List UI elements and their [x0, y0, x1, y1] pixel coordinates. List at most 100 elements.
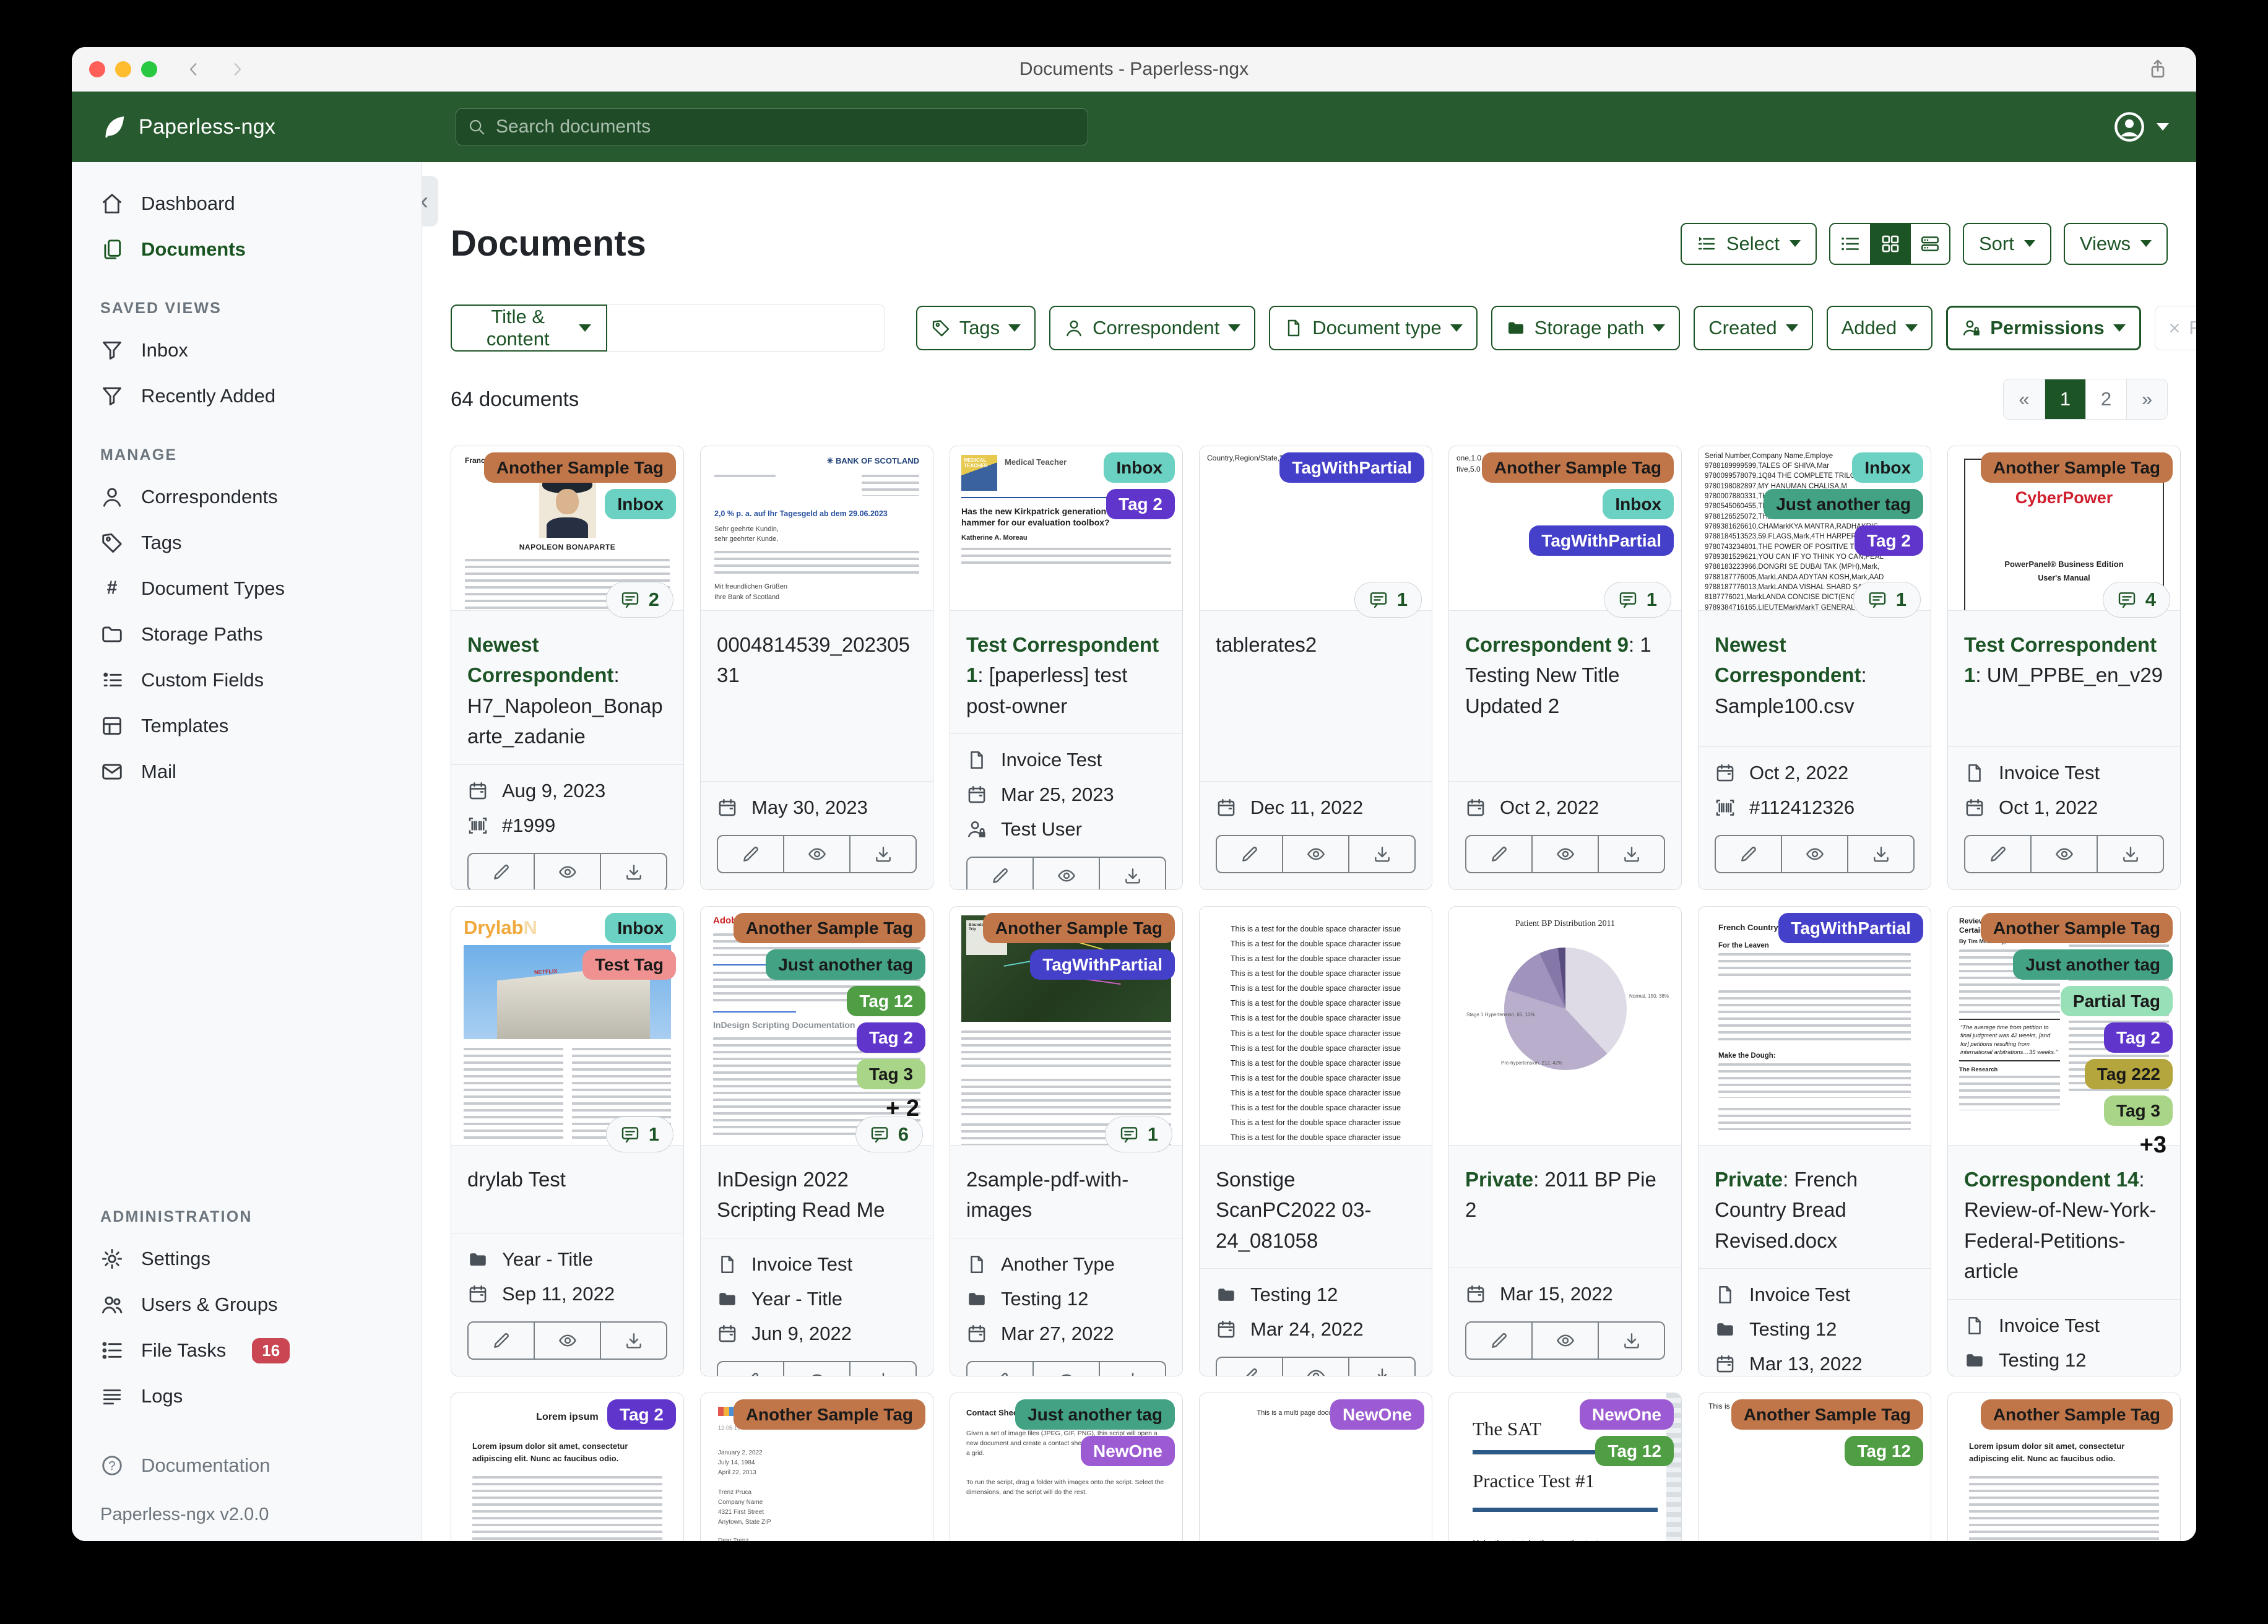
tag-badge[interactable]: Tag 3 — [2103, 1095, 2173, 1126]
user-menu[interactable] — [2112, 110, 2169, 144]
tag-badge[interactable]: Another Sample Tag — [1731, 1399, 1923, 1430]
sidebar-collapse-button[interactable]: « — [422, 176, 438, 227]
minimize-window-button[interactable] — [115, 61, 131, 77]
tag-badge[interactable]: Another Sample Tag — [1980, 1399, 2173, 1430]
tag-badge[interactable]: Tag 2 — [607, 1399, 676, 1430]
share-icon[interactable] — [2147, 58, 2169, 80]
tag-badge[interactable]: Tag 3 — [856, 1058, 925, 1089]
document-title[interactable]: InDesign 2022 Scripting Read Me — [701, 1146, 933, 1238]
document-correspondent[interactable]: Correspondent 14 — [1964, 1168, 2139, 1191]
comments-badge[interactable]: 2 — [605, 581, 673, 618]
tag-badge[interactable]: Inbox — [605, 488, 676, 519]
document-card[interactable]: The SATPractice Test #1Make time to take… — [1448, 1392, 1682, 1541]
preview-button[interactable] — [784, 834, 850, 873]
tag-badge[interactable]: Tag 2 — [1106, 488, 1175, 519]
preview-button[interactable] — [1034, 1360, 1100, 1376]
document-thumbnail[interactable]: Patient BP Distribution 2011 Normal, 150,… — [1449, 906, 1681, 1145]
document-card[interactable]: Francja pod rzNAPOLEON BONAPARTEDojście … — [451, 445, 684, 890]
sidebar-item-storage-paths[interactable]: Storage Paths — [72, 611, 422, 657]
filter-tags[interactable]: Tags — [915, 305, 1036, 350]
document-card[interactable]: ✳ BANK OF SCOTLAND 2,0 % p. a. auf Ihr Ta… — [700, 445, 933, 890]
tag-badge[interactable]: Tag 222 — [2084, 1058, 2173, 1089]
preview-button[interactable] — [1283, 1357, 1349, 1376]
filter-correspondent[interactable]: Correspondent — [1049, 305, 1256, 350]
document-correspondent[interactable]: Test Correspondent 1 — [1964, 633, 2157, 687]
tag-badge[interactable]: TagWithPartial — [1529, 525, 1674, 556]
download-button[interactable] — [601, 852, 667, 889]
document-thumbnail[interactable]: Test Name12-05-199January 2, 2022July 14… — [701, 1393, 933, 1541]
preview-button[interactable] — [1533, 1321, 1599, 1360]
document-thumbnail[interactable]: Review of of Arbitral Awards Certainty o… — [1948, 906, 2180, 1158]
document-title[interactable]: Correspondent 14: Review-of-New-York-Fed… — [1948, 1146, 2180, 1299]
document-thumbnail[interactable]: Boundary Waters TripAnother Sample TagTa… — [950, 906, 1182, 1152]
brand[interactable]: Paperless-ngx — [99, 113, 275, 141]
tag-badge[interactable]: Inbox — [1104, 452, 1175, 483]
sidebar-item-custom-fields[interactable]: Custom Fields — [72, 657, 422, 703]
pagination-prev-button[interactable]: « — [2004, 379, 2045, 419]
sidebar-item-file-tasks[interactable]: File Tasks 16 — [72, 1328, 422, 1373]
sidebar-item-document-types[interactable]: # Document Types — [72, 566, 422, 611]
tag-badge[interactable]: Another Sample Tag — [483, 452, 676, 483]
tag-badge[interactable]: Tag 2 — [1854, 525, 1923, 556]
comments-badge[interactable]: 1 — [1603, 581, 1671, 618]
document-thumbnail[interactable]: Country,Region/State," TagWithPartial 1 — [1200, 446, 1432, 618]
tag-badge[interactable]: Another Sample Tag — [1980, 912, 2173, 943]
document-title[interactable]: Sonstige ScanPC2022 03-24_081058 — [1200, 1146, 1432, 1269]
document-card[interactable]: This is a multi page document. Page 1. Ne… — [1199, 1392, 1432, 1541]
tag-badge[interactable]: Just another tag — [766, 949, 925, 980]
tag-badge[interactable]: NewOne — [1330, 1399, 1424, 1430]
document-correspondent[interactable]: Correspondent 9 — [1465, 633, 1629, 656]
sidebar-item-documents[interactable]: Documents — [72, 227, 422, 272]
document-thumbnail[interactable]: This is a test Another Sample Tag Tag 12 — [1699, 1393, 1931, 1541]
global-search[interactable] — [456, 108, 1088, 145]
document-thumbnail[interactable]: This is a test for the double space char… — [1200, 906, 1432, 1145]
sidebar-item-settings[interactable]: Settings — [72, 1236, 422, 1282]
tag-badge[interactable]: Another Sample Tag — [1481, 452, 1674, 483]
pagination-page-2[interactable]: 2 — [2085, 379, 2126, 419]
filter-permissions[interactable]: Permissions — [1946, 305, 2141, 350]
tag-badge[interactable]: Another Sample Tag — [1980, 452, 2173, 483]
document-correspondent[interactable]: Newest Correspondent — [1715, 633, 1861, 687]
document-card[interactable]: one,1.0 five,5.0 Another Sample Tag Inbox Ta… — [1448, 445, 1682, 890]
tag-badge[interactable]: Just another tag — [2013, 949, 2173, 980]
document-card[interactable]: This is a test Another Sample Tag Tag 12 — [1698, 1392, 1931, 1541]
edit-button[interactable] — [1964, 834, 2032, 873]
tag-badge[interactable]: Inbox — [1852, 452, 1923, 483]
view-list-button[interactable] — [1830, 223, 1870, 264]
sidebar-item-mail[interactable]: Mail — [72, 749, 422, 795]
document-thumbnail[interactable]: Adob InDesign Scripting Documentation Anot… — [701, 906, 933, 1152]
sidebar-item-templates[interactable]: Templates — [72, 703, 422, 749]
filter-added[interactable]: Added — [1826, 305, 1933, 350]
select-button[interactable]: Select — [1680, 222, 1817, 265]
comments-badge[interactable]: 1 — [1104, 1116, 1172, 1152]
document-correspondent[interactable]: Private — [1715, 1168, 1783, 1191]
close-window-button[interactable] — [89, 61, 105, 77]
document-title[interactable]: Test Correspondent 1: UM_PPBE_en_v29 — [1948, 611, 2180, 703]
document-title[interactable]: drylab Test — [451, 1146, 683, 1207]
tag-badge[interactable]: Partial Tag — [2060, 985, 2173, 1016]
edit-button[interactable] — [1465, 1321, 1533, 1360]
preview-button[interactable] — [1782, 834, 1848, 873]
download-button[interactable] — [1100, 857, 1166, 889]
title-content-dropdown[interactable]: Title & content — [451, 304, 608, 352]
sidebar-item-tags[interactable]: Tags — [72, 520, 422, 566]
tag-badge[interactable]: Just another tag — [1764, 488, 1923, 519]
document-title[interactable]: 2sample-pdf-with-images — [950, 1146, 1182, 1238]
edit-button[interactable] — [1216, 834, 1283, 873]
sidebar-item-users-groups[interactable]: Users & Groups — [72, 1282, 422, 1328]
filter-storage-path[interactable]: Storage path — [1491, 305, 1681, 350]
document-thumbnail[interactable]: The SATPractice Test #1Make time to take… — [1449, 1393, 1681, 1541]
document-title[interactable]: Newest Correspondent: Sample100.csv — [1699, 611, 1931, 734]
edit-button[interactable] — [467, 1321, 535, 1360]
document-correspondent[interactable]: Test Correspondent 1 — [966, 633, 1159, 687]
document-card[interactable]: Lorem ipsumLorem ipsum dolor sit amet, c… — [1947, 1392, 2181, 1541]
preview-button[interactable] — [784, 1360, 850, 1376]
document-card[interactable]: Test Name12-05-199January 2, 2022July 14… — [700, 1392, 933, 1541]
document-card[interactable]: French Country Bread For the Leaven Make t… — [1698, 905, 1931, 1376]
preview-button[interactable] — [535, 852, 601, 889]
document-title[interactable]: Newest Correspondent: H7_Napoleon_Bonapa… — [451, 611, 683, 764]
download-button[interactable] — [1599, 834, 1665, 873]
document-thumbnail[interactable]: Lorem ipsumLorem ipsum dolor sit amet, c… — [1948, 1393, 2180, 1541]
document-thumbnail[interactable]: MEDICAL TEACHER Medical Teacher Has the ne… — [950, 446, 1182, 610]
document-title[interactable]: Private: French Country Bread Revised.do… — [1699, 1146, 1931, 1269]
